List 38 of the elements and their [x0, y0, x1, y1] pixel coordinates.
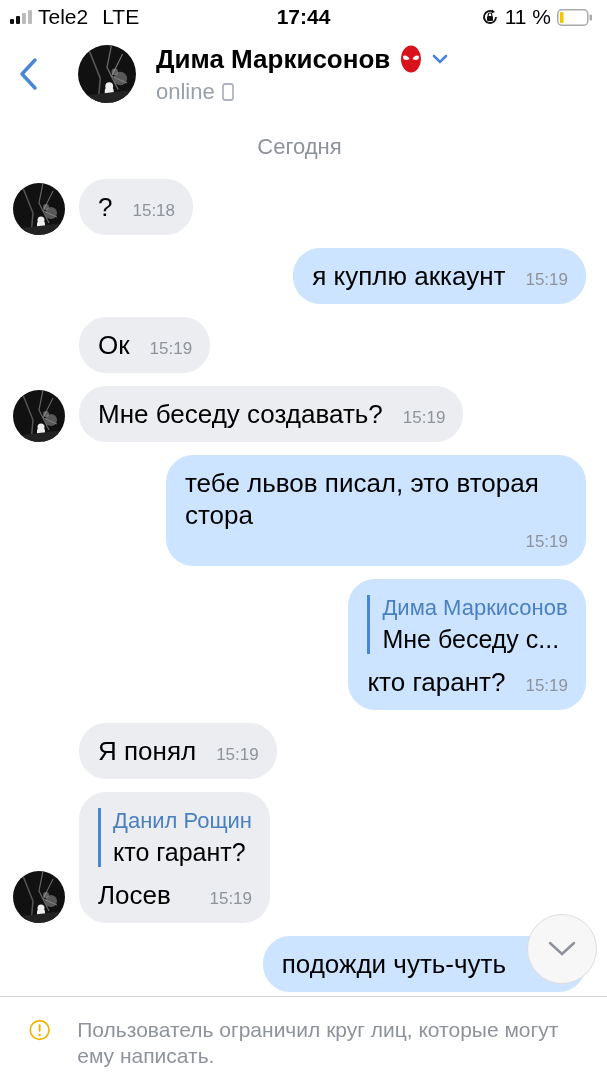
info-icon	[29, 1017, 51, 1043]
message-text: Ок	[98, 329, 130, 361]
message-time: 15:19	[209, 888, 252, 910]
date-label: Сегодня	[257, 134, 342, 159]
restriction-notice: Пользователь ограничил круг лиц, которые могут ему написать.	[77, 1017, 560, 1069]
clock: 17:44	[276, 5, 331, 29]
mask-icon	[400, 45, 423, 73]
phone-icon	[221, 82, 234, 101]
battery-percent: 11 %	[504, 5, 551, 29]
message-text: кто гарант?	[367, 666, 506, 698]
message-text: тебе львов писал, это вторая стора	[185, 467, 540, 531]
message-time: 15:19	[216, 744, 259, 766]
message-text: ?	[98, 191, 113, 223]
message-time: 15:18	[132, 200, 175, 222]
message-text: Лосев	[98, 879, 171, 911]
carrier-name: Tele2	[38, 5, 89, 29]
message-time: 15:19	[402, 407, 446, 429]
message-text: Я понял	[98, 735, 197, 767]
chevron-down-icon[interactable]	[432, 54, 449, 64]
battery-icon	[557, 8, 593, 26]
message-time: 15:19	[149, 338, 193, 360]
message-time: 15:19	[525, 675, 568, 697]
signal-icon	[10, 10, 32, 24]
network-type: LTE	[102, 5, 140, 29]
message-time: 15:19	[525, 269, 568, 291]
reply-text: Мне беседу с...	[382, 625, 561, 654]
message-text: подожди чуть-чуть	[281, 948, 506, 980]
message-text: я куплю аккаунт	[312, 260, 506, 292]
reply-author: Дима Маркисонов	[382, 595, 568, 621]
rotation-lock-icon	[480, 8, 499, 26]
reply-text: кто гарант?	[113, 838, 247, 867]
contact-name[interactable]: Дима Маркисонов	[156, 43, 391, 75]
reply-author: Данил Рощин	[113, 808, 252, 834]
back-icon[interactable]	[18, 57, 38, 91]
message-time: 15:19	[525, 531, 568, 553]
online-status: online	[156, 78, 215, 105]
message-text: Мне беседу создавать?	[98, 398, 383, 430]
chevron-down-icon	[548, 941, 576, 957]
